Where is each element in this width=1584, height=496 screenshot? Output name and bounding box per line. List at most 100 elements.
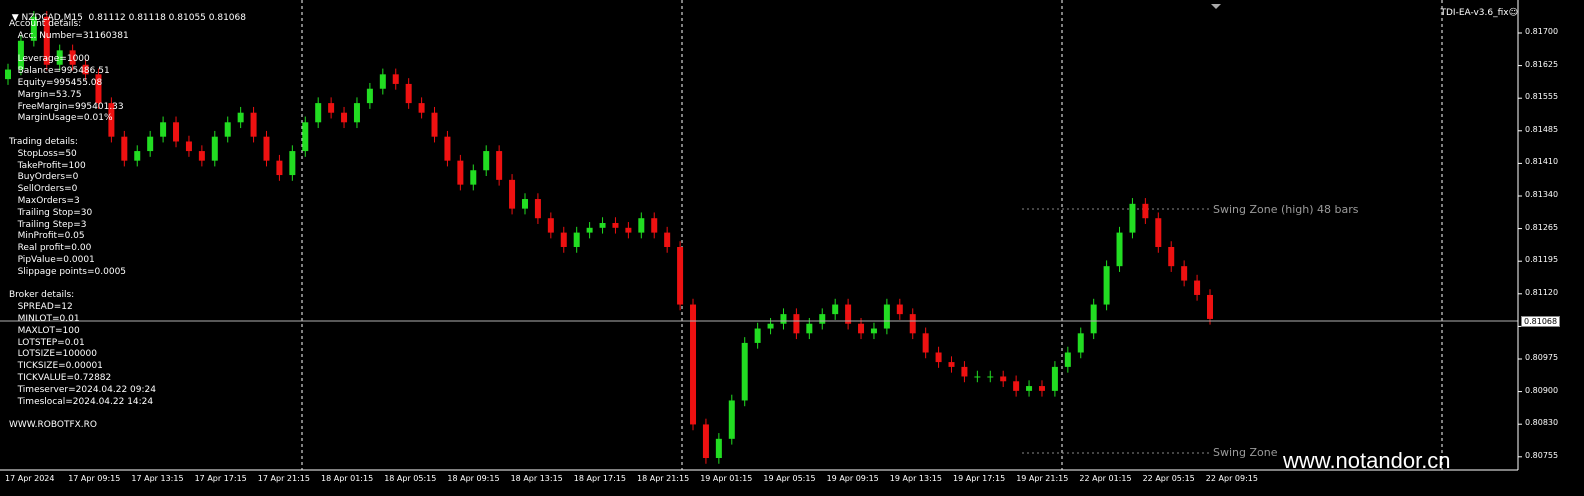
info-line: Slippage points=0.0005: [9, 266, 127, 277]
price-tick-label: 0.81195: [1525, 255, 1559, 265]
candle-bull: [987, 376, 994, 378]
info-line: Real profit=0.00: [9, 243, 92, 254]
candle-bull: [483, 151, 490, 171]
candle-bull: [728, 400, 735, 439]
candle-bear: [328, 103, 335, 113]
candle-bear: [1155, 218, 1162, 247]
candle-bull: [289, 151, 296, 176]
candle-bear: [418, 103, 425, 113]
candle-bear: [185, 141, 192, 152]
candle-bear: [250, 112, 257, 137]
time-tick-label: 17 Apr 09:15: [68, 474, 121, 483]
expert-advisor-label[interactable]: TDI-EA-v3.6_fix☺: [1441, 8, 1519, 18]
info-line: Timeslocal=2024.04.22 14:24: [9, 396, 154, 407]
candle-bear: [677, 246, 684, 305]
time-tick-label: 22 Apr 05:15: [1142, 474, 1195, 483]
info-line: WWW.ROBOTFX.RO: [9, 420, 98, 431]
candle-bull: [1129, 203, 1136, 233]
time-tick-label: 17 Apr 2024: [5, 474, 55, 483]
candle-bear: [935, 352, 942, 363]
info-line: MarginUsage=0.01%: [9, 113, 113, 124]
candle-bull: [1051, 366, 1058, 391]
candle-bull: [379, 74, 386, 89]
time-tick-label: 18 Apr 21:15: [637, 474, 690, 483]
info-line: LOTSIZE=100000: [9, 349, 97, 360]
info-line: MaxOrders=3: [9, 196, 80, 206]
watermark-text: www.notandor.cn: [1283, 448, 1451, 473]
candle-bear: [560, 232, 567, 247]
time-tick-label: 19 Apr 13:15: [889, 474, 942, 483]
candle-bull: [237, 112, 244, 123]
info-line: Acc. Number=31160381: [9, 30, 129, 41]
price-tick-label: 0.81485: [1525, 124, 1559, 134]
candle-bear: [625, 227, 632, 233]
time-tick-label: 18 Apr 13:15: [510, 474, 563, 483]
current-price-label: 0.81068: [1521, 316, 1561, 327]
info-line: TakeProfit=100: [9, 160, 86, 171]
price-chart[interactable]: [0, 0, 1584, 496]
price-tick-label: 0.81555: [1525, 92, 1559, 102]
info-line: PipValue=0.0001: [9, 255, 95, 265]
candle-bull: [573, 232, 580, 247]
info-line: Account details:: [9, 19, 82, 29]
price-tick-label: 0.81265: [1525, 222, 1559, 232]
price-tick-label: 0.80975: [1525, 353, 1559, 362]
info-line: TICKSIZE=0.00001: [9, 361, 103, 372]
info-line: StopLoss=50: [9, 148, 77, 159]
info-line: MinProfit=0.05: [9, 231, 85, 242]
time-tick-label: 17 Apr 21:15: [257, 474, 310, 483]
price-tick-label: 0.80830: [1525, 418, 1559, 428]
candle-bear: [392, 74, 399, 84]
info-line: Equity=995455.08: [9, 78, 103, 88]
candle-bull: [780, 314, 787, 324]
time-tick-label: 19 Apr 21:15: [1016, 474, 1069, 483]
candle-bull: [353, 103, 360, 123]
candle-bull: [883, 304, 890, 329]
info-line: SPREAD=12: [9, 302, 73, 313]
time-tick-label: 18 Apr 05:15: [384, 474, 437, 483]
candle-bear: [496, 151, 503, 180]
candle-bull: [832, 304, 839, 315]
time-tick-label: 17 Apr 17:15: [194, 474, 247, 483]
candle-bull: [638, 218, 645, 233]
candle-bull: [599, 223, 606, 228]
time-tick-label: 18 Apr 17:15: [573, 474, 626, 483]
time-tick-label: 19 Apr 09:15: [826, 474, 879, 483]
candle-bull: [1064, 352, 1071, 367]
candle-bear: [1168, 246, 1175, 267]
candle-bull: [1103, 266, 1110, 305]
price-tick-label: 0.81120: [1525, 287, 1559, 297]
info-line: TICKVALUE=0.72882: [9, 373, 112, 383]
candle-bear: [702, 424, 709, 459]
price-tick-label: 0.80755: [1525, 450, 1559, 460]
candle-bear: [263, 136, 270, 161]
price-tick-label: 0.81340: [1525, 190, 1559, 199]
price-axis[interactable]: 0.81700 0.81625 0.81555 0.81485 0.81410 0.813…: [1519, 0, 1584, 496]
candle-bear: [547, 218, 554, 233]
candle-bull: [147, 136, 154, 152]
candle-bull: [1077, 333, 1084, 353]
candle-bear: [896, 304, 903, 315]
info-line: FreeMargin=995401.33: [9, 101, 124, 112]
candle-bear: [534, 199, 541, 219]
candle-bull: [315, 103, 322, 123]
candle-bull: [819, 314, 826, 324]
candle-bear: [431, 112, 438, 137]
candle-bull: [870, 328, 877, 334]
candle-bear: [198, 151, 205, 161]
candle-bull: [224, 122, 231, 137]
candle-bull: [521, 199, 528, 209]
time-tick-label: 18 Apr 09:15: [447, 474, 500, 483]
candle-bull: [806, 323, 813, 334]
candle-bear: [1207, 294, 1213, 319]
candle-bear: [612, 223, 619, 228]
candle-bull: [767, 323, 774, 329]
info-line: Trading details:: [9, 137, 78, 147]
candle-bull: [754, 328, 761, 343]
candle-bull: [974, 376, 981, 378]
candle-bull: [586, 227, 593, 233]
candle-bull: [1090, 304, 1097, 334]
info-line: Trailing Step=3: [9, 219, 87, 230]
time-tick-label: 19 Apr 17:15: [953, 474, 1006, 483]
candle-bear: [1013, 381, 1020, 391]
